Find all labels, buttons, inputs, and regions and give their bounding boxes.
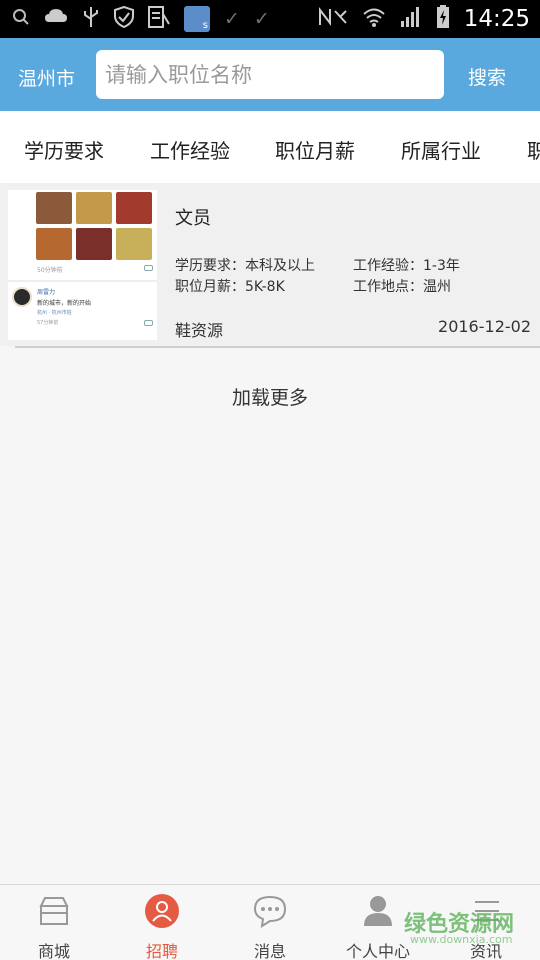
education-field: 学历要求：本科及以上 [175,255,315,275]
filter-education[interactable]: 学历要求 [24,135,104,164]
salary-value: 5K-8K [245,279,285,295]
experience-label: 工作经验： [353,258,423,274]
thumbnail-time: 50分钟前 [37,267,63,274]
location-value: 温州 [423,279,451,295]
recruit-icon [145,894,179,928]
usb-icon [82,6,100,32]
education-label: 学历要求： [175,258,245,274]
food-photo [36,192,72,224]
nav-label-recruit: 招聘 [145,942,178,960]
store-icon [39,897,69,925]
nav-label-profile: 个人中心 [345,942,410,960]
experience-value: 1-3年 [423,258,460,274]
filter-salary[interactable]: 职位月薪 [275,135,355,164]
check-icon: ✓ [253,7,270,30]
cloud-icon [44,8,68,30]
salary-label: 职位月薪： [175,279,245,295]
divider [8,280,157,282]
search-button[interactable]: 搜索 [468,63,506,90]
food-photo [76,228,112,260]
status-bar: s ✓ ✓ 14:25 [0,0,540,38]
bottom-nav: 商城 招聘 消息 个人中心 资讯 [0,884,540,960]
wifi-icon [362,6,386,32]
filter-bar: 学历要求 工作经验 职位月薪 所属行业 职 [0,111,540,183]
nav-item-store[interactable]: 商城 [0,885,108,960]
filter-industry[interactable]: 所属行业 [401,135,481,164]
header-bar: 温州市 搜索 [0,38,540,111]
message-icon [253,895,287,928]
company-name: 鞋资源 [175,321,224,340]
load-more-button[interactable]: 加载更多 [0,383,540,410]
app-icon: s [184,6,210,32]
nav-label-message: 消息 [253,942,286,960]
avatar [12,287,32,307]
status-bar-right: 14:25 [318,5,530,33]
thumbnail-time: 57分钟前 [37,320,59,326]
job-list-item[interactable]: 50分钟前 周雷力 新的城市，新的开始 杭州 · 杭州市桩 57分钟前 文员 学… [0,183,540,348]
food-photo [36,228,72,260]
education-value: 本科及以上 [245,258,315,274]
location-label: 工作地点： [353,279,423,295]
filter-experience[interactable]: 工作经验 [150,135,230,164]
city-selector[interactable]: 温州市 [18,64,75,91]
post-date: 2016-12-02 [438,317,531,336]
news-icon [148,6,170,32]
signal-icon [400,6,422,32]
search-icon [12,8,30,30]
nav-item-news[interactable]: 资讯 [432,885,540,960]
nav-item-message[interactable]: 消息 [216,885,324,960]
person-icon [364,896,392,926]
status-bar-left: s ✓ ✓ [12,5,270,32]
nav-label-store: 商城 [37,942,70,960]
battery-icon [436,5,450,33]
thumbnail-user: 周雷力 [37,289,56,296]
salary-field: 职位月薪：5K-8K [175,276,285,296]
filter-more[interactable]: 职 [527,135,540,164]
divider [0,346,15,350]
food-photo [116,192,152,224]
chat-icon [144,265,153,271]
nav-item-recruit[interactable]: 招聘 [108,885,216,960]
nav-item-profile[interactable]: 个人中心 [324,885,432,960]
job-title: 文员 [175,208,211,229]
clock: 14:25 [463,6,530,32]
news-list-icon [475,901,499,921]
food-photo-grid [36,192,153,263]
job-thumbnail: 50分钟前 周雷力 新的城市，新的开始 杭州 · 杭州市桩 57分钟前 [8,190,157,340]
food-photo [76,192,112,224]
nav-label-news: 资讯 [469,942,502,960]
thumbnail-location: 杭州 · 杭州市桩 [37,310,72,316]
nfc-icon [318,7,348,31]
thumbnail-text: 新的城市，新的开始 [37,300,92,307]
check-icon: ✓ [224,7,240,30]
experience-field: 工作经验：1-3年 [353,255,460,275]
chat-icon [144,320,153,326]
search-input[interactable] [96,50,444,99]
shield-icon [114,5,134,32]
location-field: 工作地点：温州 [353,276,451,296]
food-photo [116,228,152,260]
